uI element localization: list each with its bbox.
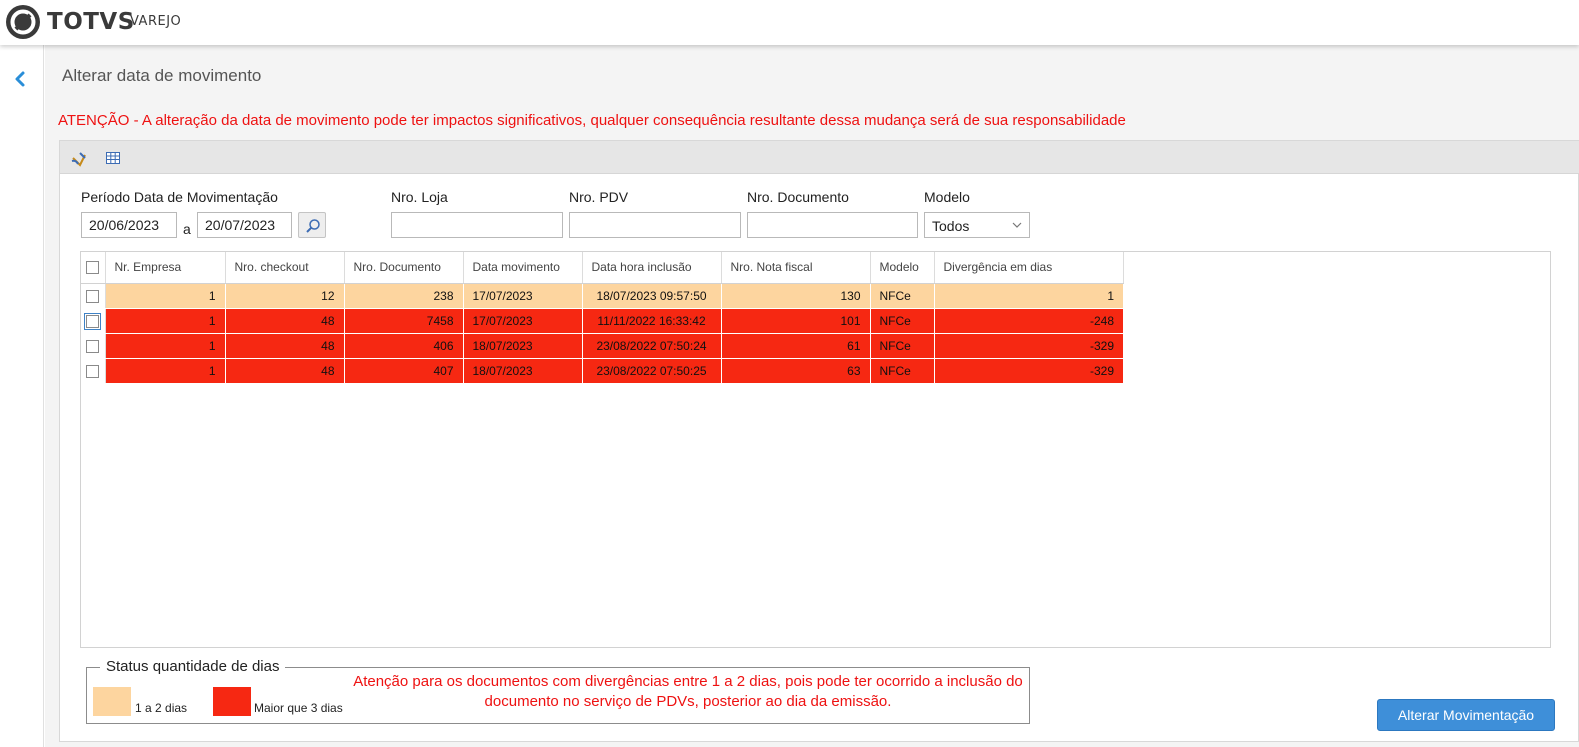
row-select-cell xyxy=(81,358,106,384)
cell-modelo: NFCe xyxy=(870,283,935,309)
grid-icon[interactable] xyxy=(104,149,122,167)
cell-checkout: 48 xyxy=(225,333,345,359)
document-label: Nro. Documento xyxy=(747,189,849,205)
cell-documento: 406 xyxy=(344,333,464,359)
cell-empresa: 1 xyxy=(105,308,226,334)
model-select[interactable]: Todos xyxy=(924,212,1030,238)
cell-checkout: 12 xyxy=(225,283,345,309)
row-select-cell xyxy=(81,333,106,359)
table-header-row: Nr. Empresa Nro. checkout Nro. Documento… xyxy=(81,252,1124,284)
model-select-value: Todos xyxy=(932,218,970,234)
date-from-input[interactable]: 20/06/2023 xyxy=(81,212,177,238)
cell-modelo: NFCe xyxy=(870,308,935,334)
legend-note: Atenção para os documentos com divergênc… xyxy=(353,673,1023,710)
cell-empresa: 1 xyxy=(105,333,226,359)
cell-documento: 7458 xyxy=(344,308,464,334)
column-header[interactable]: Modelo xyxy=(870,252,935,284)
column-header[interactable]: Nro. checkout xyxy=(225,252,345,284)
column-header[interactable]: Data movimento xyxy=(463,252,583,284)
page-title: Alterar data de movimento xyxy=(62,66,262,85)
select-all-cell xyxy=(81,252,106,284)
cell-data-movimento: 17/07/2023 xyxy=(463,308,583,334)
warning-message: ATENÇÃO - A alteração da data de movimen… xyxy=(58,112,1126,129)
table-row[interactable]: 1 48 407 18/07/2023 23/08/2022 07:50:25 … xyxy=(81,358,1123,384)
column-header[interactable]: Divergência em dias xyxy=(934,252,1124,284)
pdv-input[interactable] xyxy=(569,212,741,238)
cell-modelo: NFCe xyxy=(870,333,935,359)
row-checkbox[interactable] xyxy=(86,289,100,303)
column-header[interactable]: Nro. Nota fiscal xyxy=(721,252,871,284)
clear-filter-icon[interactable] xyxy=(70,149,88,167)
left-rail xyxy=(0,45,44,747)
store-input[interactable] xyxy=(391,212,563,238)
documents-grid: Nr. Empresa Nro. checkout Nro. Documento… xyxy=(80,251,1551,648)
table-row[interactable]: 1 48 7458 17/07/2023 11/11/2022 16:33:42… xyxy=(81,308,1123,334)
cell-data-inclusao: 23/08/2022 07:50:25 xyxy=(582,358,722,384)
table-row[interactable]: 1 48 406 18/07/2023 23/08/2022 07:50:24 … xyxy=(81,333,1123,359)
cell-empresa: 1 xyxy=(105,358,226,384)
cell-empresa: 1 xyxy=(105,283,226,309)
cell-modelo: NFCe xyxy=(870,358,935,384)
cell-data-movimento: 18/07/2023 xyxy=(463,333,583,359)
back-arrow-icon[interactable] xyxy=(12,70,28,88)
cell-data-inclusao: 23/08/2022 07:50:24 xyxy=(582,333,722,359)
cell-data-movimento: 18/07/2023 xyxy=(463,358,583,384)
panel-toolbar xyxy=(60,141,1579,174)
column-header[interactable]: Data hora inclusão xyxy=(582,252,722,284)
cell-nota-fiscal: 101 xyxy=(721,308,871,334)
cell-data-inclusao: 18/07/2023 09:57:50 xyxy=(582,283,722,309)
column-header[interactable]: Nr. Empresa xyxy=(105,252,226,284)
row-select-cell xyxy=(81,283,106,309)
date-separator: a xyxy=(183,221,191,237)
legend-label-maior-3-dias: Maior que 3 dias xyxy=(254,701,343,715)
cell-documento: 238 xyxy=(344,283,464,309)
documents-table: Nr. Empresa Nro. checkout Nro. Documento… xyxy=(81,252,1124,384)
model-label: Modelo xyxy=(924,189,970,205)
column-header[interactable]: Nro. Documento xyxy=(344,252,464,284)
row-checkbox[interactable] xyxy=(84,312,102,330)
cell-nota-fiscal: 63 xyxy=(721,358,871,384)
date-to-input[interactable]: 20/07/2023 xyxy=(197,212,292,238)
select-all-checkbox[interactable] xyxy=(86,261,100,275)
cell-divergencia: 1 xyxy=(934,283,1123,309)
search-icon xyxy=(306,219,320,233)
totvs-logo-icon xyxy=(6,5,40,39)
cell-divergencia: -329 xyxy=(934,333,1123,359)
cell-data-inclusao: 11/11/2022 16:33:42 xyxy=(582,308,722,334)
cell-nota-fiscal: 130 xyxy=(721,283,871,309)
pdv-label: Nro. PDV xyxy=(569,189,629,205)
cell-data-movimento: 17/07/2023 xyxy=(463,283,583,309)
brand-name: TOTVS xyxy=(47,9,135,35)
cell-documento: 407 xyxy=(344,358,464,384)
brand-subtitle: VAREJO xyxy=(130,14,182,29)
legend-swatch-red xyxy=(213,687,251,716)
legend-swatch-peach xyxy=(93,687,131,716)
cell-divergencia: -329 xyxy=(934,358,1123,384)
cell-divergencia: -248 xyxy=(934,308,1123,334)
period-label: Período Data de Movimentação xyxy=(81,189,278,205)
row-select-cell xyxy=(81,308,106,334)
cell-nota-fiscal: 61 xyxy=(721,333,871,359)
row-checkbox[interactable] xyxy=(86,364,100,378)
cell-checkout: 48 xyxy=(225,358,345,384)
table-row[interactable]: 1 12 238 17/07/2023 18/07/2023 09:57:50 … xyxy=(81,283,1123,309)
document-input[interactable] xyxy=(747,212,918,238)
row-checkbox[interactable] xyxy=(86,339,100,353)
legend-title: Status quantidade de dias xyxy=(100,658,286,675)
cell-checkout: 48 xyxy=(225,308,345,334)
search-button[interactable] xyxy=(298,212,326,238)
legend-label-1-2-dias: 1 a 2 dias xyxy=(135,701,188,715)
chevron-down-icon xyxy=(1012,222,1022,228)
app-header: TOTVS VAREJO xyxy=(0,0,1579,45)
store-label: Nro. Loja xyxy=(391,189,448,205)
alter-movement-button[interactable]: Alterar Movimentação xyxy=(1377,699,1555,731)
